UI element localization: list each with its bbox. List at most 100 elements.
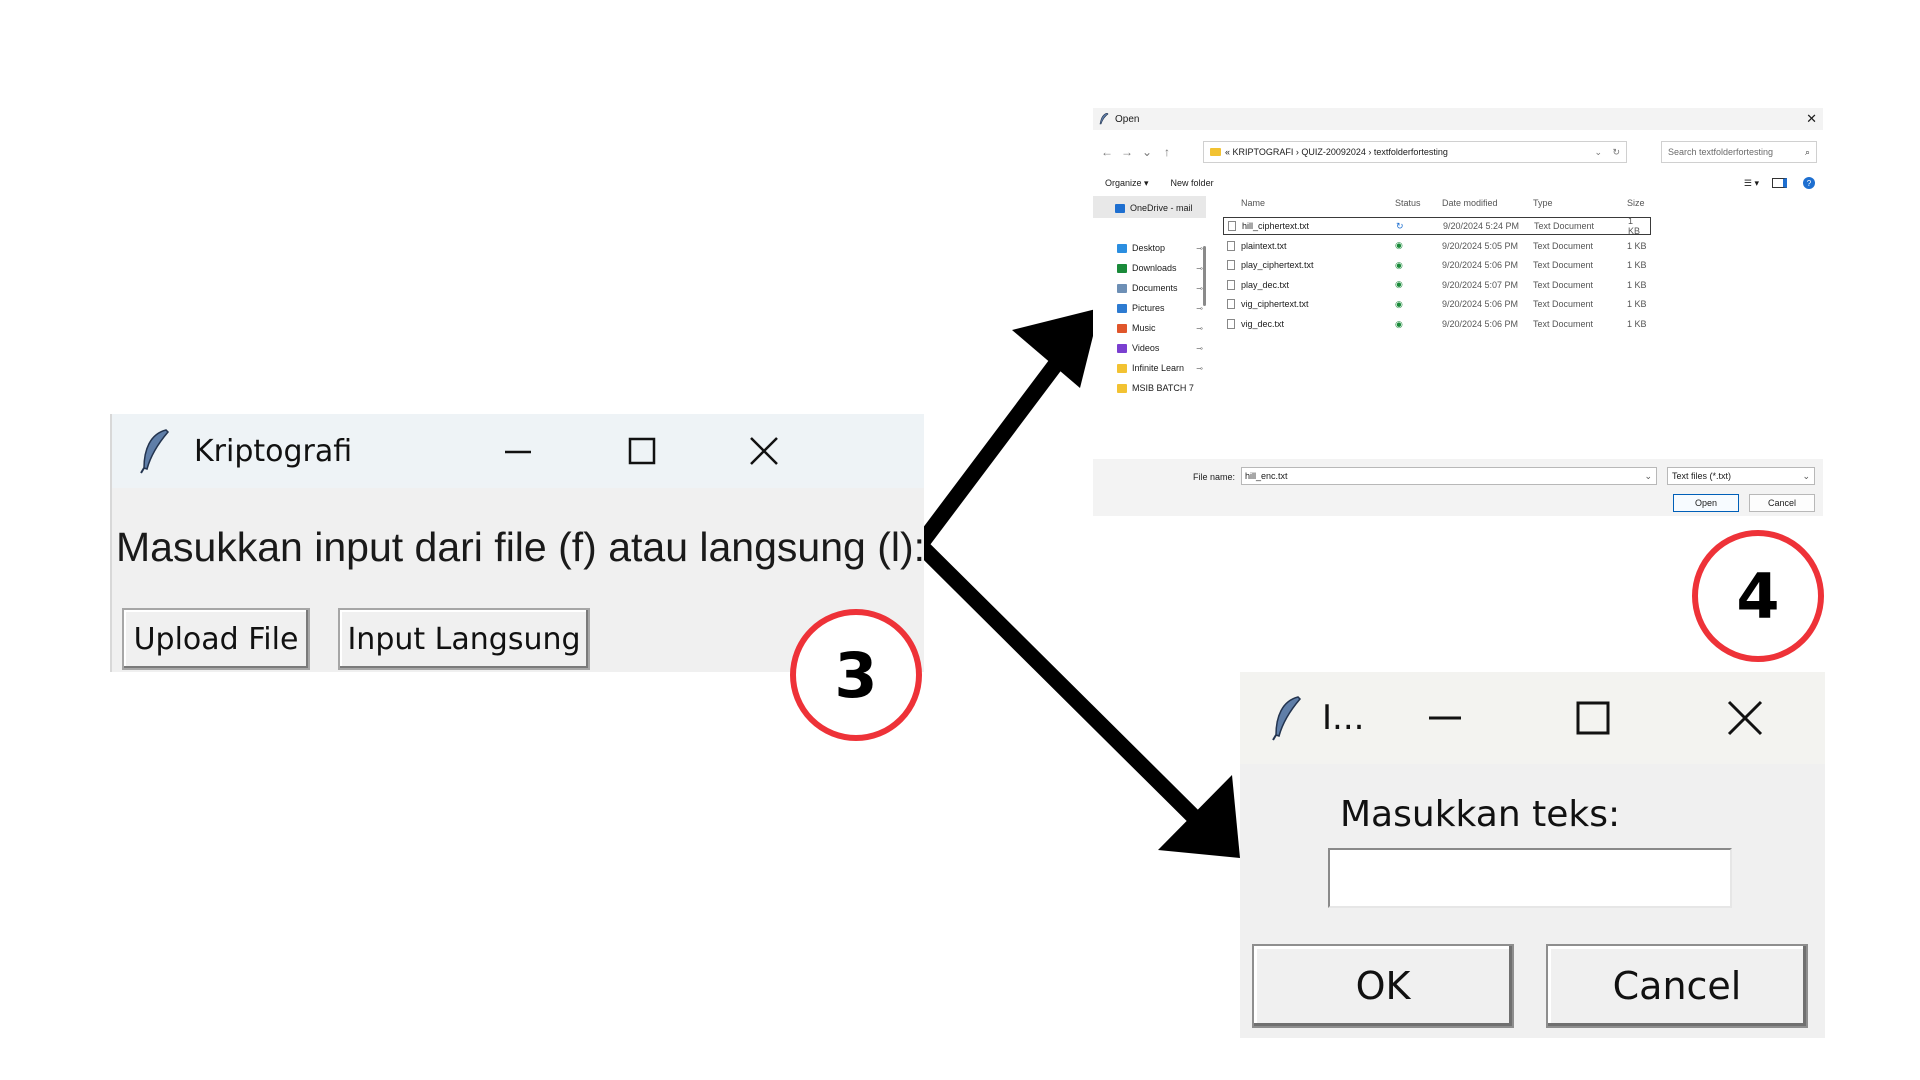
feather-icon	[1099, 113, 1109, 125]
close-icon	[1727, 700, 1763, 736]
text-input-field[interactable]	[1328, 848, 1732, 908]
pin-icon: ⊸	[1196, 343, 1203, 353]
help-icon[interactable]: ?	[1803, 177, 1815, 189]
sync-complete-icon: ◉	[1395, 259, 1403, 270]
sync-complete-icon: ◉	[1395, 240, 1403, 251]
sidebar-scrollbar[interactable]	[1203, 246, 1206, 306]
file-icon	[1227, 299, 1235, 310]
sidebar-item[interactable]: OneDrive - mail	[1115, 200, 1201, 216]
sidebar-item-label: MSIB BATCH 7	[1132, 383, 1194, 393]
chevron-down-icon[interactable]: ⌄	[1802, 471, 1810, 482]
sidebar-item[interactable]: MSIB BATCH 7	[1117, 380, 1203, 396]
file-type: Text Document	[1533, 260, 1594, 271]
sidebar-item[interactable]: Desktop ⊸	[1117, 240, 1203, 256]
recent-dropdown-icon[interactable]: ⌄	[1137, 145, 1157, 159]
file-row[interactable]: play_ciphertext.txt ◉ 9/20/2024 5:06 PM Tex…	[1215, 256, 1650, 274]
file-row[interactable]: play_dec.txt ◉ 9/20/2024 5:07 PM Text Docum…	[1215, 276, 1650, 294]
sync-complete-icon: ◉	[1395, 318, 1403, 329]
file-name: hill_ciphertext.txt	[1242, 221, 1310, 231]
minimize-button[interactable]	[473, 414, 563, 488]
file-name-label: File name:	[1193, 472, 1236, 482]
open-button[interactable]: Open	[1673, 494, 1739, 512]
close-button[interactable]	[719, 414, 809, 488]
file-list: Name Status Date modified Type Size hill…	[1215, 196, 1823, 464]
sidebar-item[interactable]: Infinite Learn ⊸	[1117, 360, 1203, 376]
input-dialog-title: I...	[1322, 698, 1365, 738]
file-name-input[interactable]: hill_enc.txt ⌄	[1241, 467, 1657, 485]
minimize-icon	[505, 450, 531, 454]
file-date: 9/20/2024 5:06 PM	[1442, 260, 1519, 271]
file-date: 9/20/2024 5:07 PM	[1442, 279, 1519, 290]
back-icon[interactable]: ←	[1097, 145, 1117, 159]
minimize-icon	[1429, 716, 1461, 720]
kriptografi-titlebar: Kriptografi	[112, 414, 924, 488]
file-row[interactable]: plaintext.txt ◉ 9/20/2024 5:05 PM Text Docu…	[1215, 237, 1650, 255]
organize-menu[interactable]: Organize ▾	[1105, 178, 1149, 189]
sidebar-item[interactable]: Music ⊸	[1117, 320, 1203, 336]
close-icon[interactable]: ✕	[1806, 111, 1817, 127]
kriptografi-window: Kriptografi Masukkan input dari file (f)…	[110, 414, 926, 672]
sidebar-item[interactable]: Pictures ⊸	[1117, 300, 1203, 316]
file-row[interactable]: vig_dec.txt ◉ 9/20/2024 5:06 PM Text Docume…	[1215, 315, 1650, 333]
step-marker-3: 3	[790, 609, 922, 741]
sync-complete-icon: ◉	[1395, 298, 1403, 309]
file-name: play_dec.txt	[1241, 279, 1290, 290]
file-icon	[1228, 221, 1236, 231]
sync-complete-icon: ◉	[1395, 279, 1403, 290]
forward-icon[interactable]: →	[1117, 145, 1137, 159]
sidebar-folder-icon	[1117, 263, 1127, 273]
maximize-button[interactable]	[1548, 672, 1638, 764]
file-size: 1 KB	[1627, 279, 1647, 290]
chevron-down-icon[interactable]: ⌄	[1644, 471, 1652, 482]
file-type: Text Document	[1533, 279, 1594, 290]
column-date-modified[interactable]: Date modified	[1442, 198, 1498, 208]
pin-icon: ⊸	[1196, 263, 1203, 273]
sidebar-item-label: Desktop	[1132, 243, 1166, 253]
file-date: 9/20/2024 5:24 PM	[1443, 221, 1520, 231]
file-row[interactable]: hill_ciphertext.txt ↻ 9/20/2024 5:24 PM Tex…	[1223, 216, 1651, 236]
sidebar-item-label: Music	[1132, 323, 1156, 333]
feather-icon	[1272, 696, 1302, 741]
file-row[interactable]: vig_ciphertext.txt ◉ 9/20/2024 5:06 PM Text…	[1215, 295, 1650, 313]
up-icon[interactable]: ↑	[1157, 145, 1177, 159]
refresh-icon[interactable]: ↻	[1612, 147, 1620, 158]
file-icon	[1227, 319, 1235, 329]
file-date: 9/20/2024 5:06 PM	[1442, 319, 1519, 329]
close-button[interactable]	[1700, 672, 1790, 764]
column-size[interactable]: Size	[1627, 198, 1645, 208]
preview-pane-icon[interactable]	[1772, 178, 1787, 188]
column-status[interactable]: Status	[1395, 198, 1421, 208]
file-icon	[1227, 260, 1235, 271]
file-type-select[interactable]: Text files (*.txt) ⌄	[1667, 467, 1815, 485]
sidebar-item-label: Documents	[1132, 283, 1178, 293]
input-dialog-titlebar: I...	[1240, 672, 1825, 764]
pin-icon: ⊸	[1196, 283, 1203, 293]
sidebar-item[interactable]: Downloads ⊸	[1117, 260, 1203, 276]
cancel-button[interactable]: Cancel	[1546, 944, 1808, 1028]
new-folder-button[interactable]: New folder	[1171, 178, 1214, 188]
ok-button[interactable]: OK	[1252, 944, 1514, 1028]
dialog-toolbar: Organize ▾ New folder ☰ ▾ ?	[1093, 174, 1823, 192]
upload-file-button[interactable]: Upload File	[122, 608, 310, 670]
sidebar-item[interactable]: Documents ⊸	[1117, 280, 1203, 296]
address-dropdown-icon[interactable]: ⌄	[1594, 147, 1602, 158]
file-type: Text Document	[1534, 221, 1595, 231]
sidebar-item-label: Videos	[1132, 343, 1160, 353]
cancel-button[interactable]: Cancel	[1749, 494, 1815, 512]
input-mode-prompt: Masukkan input dari file (f) atau langsu…	[116, 524, 926, 570]
open-dialog-title: Open	[1115, 113, 1140, 125]
minimize-button[interactable]	[1400, 672, 1490, 764]
view-options-icon[interactable]: ☰ ▾	[1744, 178, 1759, 189]
input-dialog: I... Masukkan teks: OK Cancel	[1240, 672, 1825, 1038]
file-date: 9/20/2024 5:06 PM	[1442, 299, 1519, 310]
input-langsung-button[interactable]: Input Langsung	[338, 608, 590, 670]
open-dialog-titlebar: Open ✕	[1093, 108, 1823, 130]
sidebar-item[interactable]: Videos ⊸	[1117, 340, 1203, 356]
column-name[interactable]: Name	[1241, 198, 1265, 208]
step-marker-4: 4	[1692, 530, 1824, 662]
search-input[interactable]: Search textfolderfortesting ⌕	[1661, 141, 1817, 163]
column-type[interactable]: Type	[1533, 198, 1553, 208]
maximize-button[interactable]	[597, 414, 687, 488]
address-bar[interactable]: « KRIPTOGRAFI › QUIZ-20092024 › textfold…	[1203, 141, 1627, 163]
file-size: 1 KB	[1627, 240, 1647, 251]
